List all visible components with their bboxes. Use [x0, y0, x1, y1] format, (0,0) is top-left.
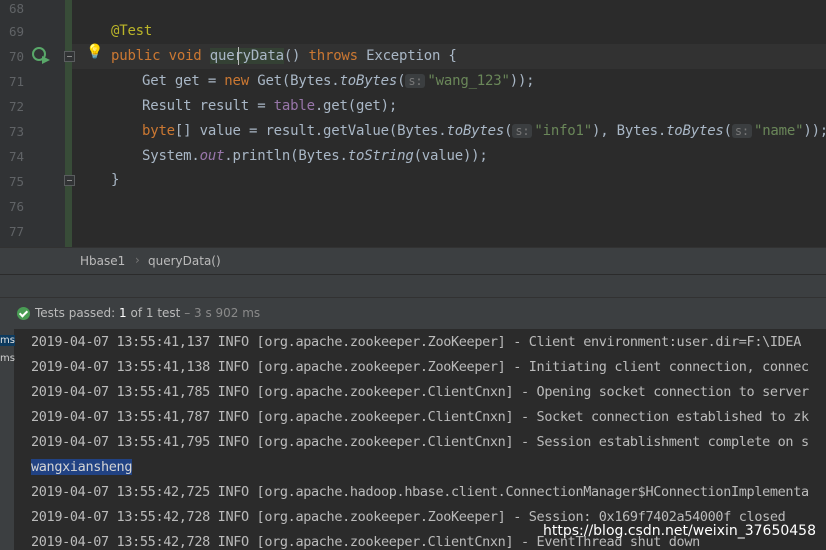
test-status-bar: Tests passed: 1 of 1 test – 3 s 902 ms [0, 297, 826, 330]
code-text: Get(Bytes. [248, 73, 340, 89]
log-line: 2019-04-07 13:55:41,785 INFO [org.apache… [31, 384, 809, 400]
changed-lines-marker [65, 0, 72, 247]
code-line-73: byte[] value = result.getValue(Bytes.toB… [142, 123, 826, 139]
log-line: 2019-04-07 13:55:41,137 INFO [org.apache… [31, 334, 801, 350]
static-method: toString [347, 148, 414, 164]
parameter-hint: s: [731, 124, 752, 138]
code-line-71: Get get = new Get(Bytes.toBytes(s: "wang_… [142, 73, 535, 89]
code-text: ( [723, 123, 732, 139]
status-duration: – 3 s 902 ms [180, 306, 261, 320]
line-number: 77 [8, 224, 24, 239]
code-text: } [111, 172, 120, 188]
line-number: 76 [8, 199, 24, 214]
log-line: 2019-04-07 13:55:41,795 INFO [org.apache… [31, 434, 809, 450]
code-text: () [283, 48, 309, 64]
log-line: 2019-04-07 13:55:41,787 INFO [org.apache… [31, 409, 809, 425]
code-line-75: } [111, 172, 119, 188]
breadcrumb: Hbase1 › queryData() [0, 247, 826, 275]
static-method: toBytes [446, 123, 505, 139]
line-number: 73 [8, 124, 24, 139]
code-text: )); [509, 73, 535, 89]
selected-output-text[interactable]: wangxiansheng [31, 459, 132, 475]
line-number: 75 [8, 174, 24, 189]
watermark: https://blog.csdn.net/weixin_37650458 [542, 523, 816, 539]
string-literal: "wang_123" [427, 73, 510, 89]
code-line-74: System.out.println(Bytes.toString(value)… [142, 148, 488, 164]
code-text: [] value = result.getValue(Bytes. [174, 123, 447, 139]
breadcrumb-class[interactable]: Hbase1 [80, 254, 125, 268]
code-editor[interactable]: 68 69 70 71 72 73 74 75 76 77 💡 @Test pu… [0, 0, 826, 247]
status-total: of 1 test [126, 306, 181, 320]
string-literal: "info1" [534, 123, 592, 139]
log-line: 2019-04-07 13:55:41,138 INFO [org.apache… [31, 359, 809, 375]
code-text: (value)); [413, 148, 488, 164]
breadcrumb-separator: › [135, 253, 140, 267]
parameter-hint: s: [405, 74, 426, 88]
code-text: Exception { [357, 48, 457, 64]
static-method: toBytes [339, 73, 398, 89]
line-number: 70 [8, 49, 24, 64]
code-text: Get get = [142, 73, 225, 89]
code-text: System. [142, 148, 200, 164]
line-number: 69 [8, 24, 24, 39]
log-line: 2019-04-07 13:55:42,725 INFO [org.apache… [31, 484, 809, 500]
string-literal: "name" [753, 123, 804, 139]
test-status-text: Tests passed: 1 of 1 test – 3 s 902 ms [35, 306, 260, 320]
code-text: .get(get); [314, 98, 398, 114]
tool-window-header [0, 274, 826, 297]
log-line-selected: wangxiansheng [31, 459, 132, 475]
fold-icon[interactable] [64, 175, 75, 186]
code-text: Result result = [142, 98, 274, 114]
code-text: .println(Bytes. [224, 148, 348, 164]
keyword: public [111, 48, 161, 64]
test-duration-tag[interactable]: ms [0, 335, 15, 346]
keyword: void [168, 48, 202, 64]
status-prefix: Tests passed: [35, 306, 120, 320]
run-test-icon[interactable] [31, 46, 51, 64]
line-number: 74 [8, 149, 24, 164]
lightbulb-icon[interactable]: 💡 [86, 44, 103, 60]
line-number: 68 [8, 1, 24, 16]
breadcrumb-method[interactable]: queryData() [148, 254, 221, 268]
text-caret [238, 47, 239, 65]
keyword: new [224, 73, 249, 89]
check-icon [17, 307, 30, 320]
field-name: table [273, 98, 315, 114]
method-name: queryData [209, 48, 284, 64]
field-name: out [199, 148, 225, 164]
keyword: byte [142, 123, 175, 139]
annotation: @Test [111, 23, 153, 39]
line-number: 71 [8, 74, 24, 89]
status-passed-count: 1 [119, 306, 127, 320]
code-line-72: Result result = table.get(get); [142, 98, 397, 114]
keyword: throws [308, 48, 359, 64]
console-output[interactable]: ms ms 2019-04-07 13:55:41,137 INFO [org.… [0, 329, 826, 550]
line-number: 72 [8, 99, 24, 114]
code-line-69: @Test [111, 23, 152, 39]
fold-icon[interactable] [64, 51, 75, 62]
parameter-hint: s: [512, 124, 533, 138]
code-line-70: public void queryData() throws Exception… [111, 48, 457, 64]
code-text: )); [803, 123, 826, 139]
static-method: toBytes [666, 123, 724, 139]
code-text: ), Bytes. [592, 123, 667, 139]
test-duration-tag[interactable]: ms [0, 353, 15, 364]
